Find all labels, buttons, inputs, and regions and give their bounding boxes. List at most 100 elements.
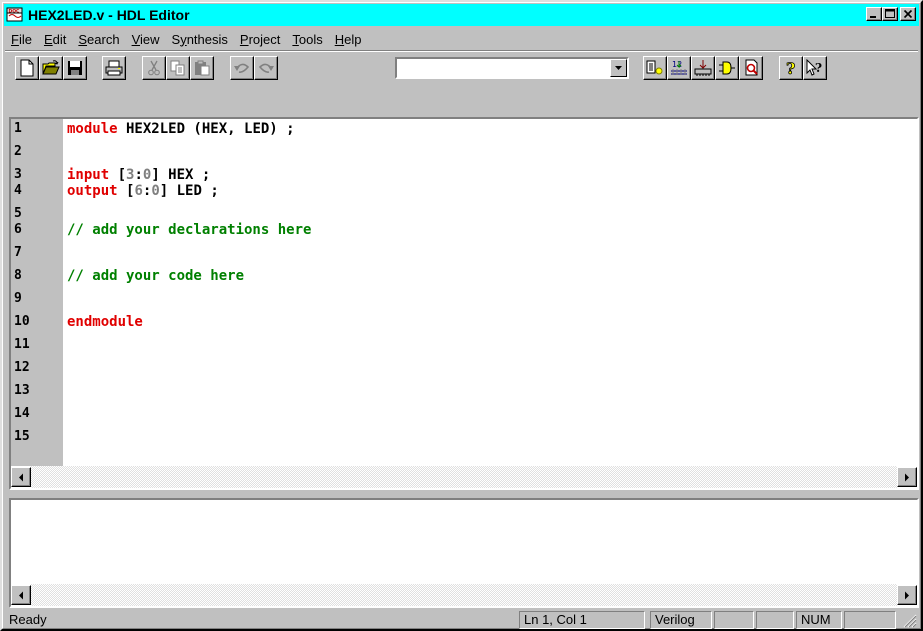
line-number: 11 <box>14 337 30 352</box>
line-number: 7 <box>14 245 22 260</box>
menu-search-label: earch <box>87 31 120 47</box>
menu-view-label: iew <box>140 31 160 47</box>
maximize-button[interactable] <box>882 7 898 21</box>
redo-button[interactable] <box>254 56 278 80</box>
svg-text:12: 12 <box>672 60 682 69</box>
status-pane-empty-1 <box>714 611 754 629</box>
new-button[interactable] <box>15 56 39 80</box>
arrow-right-icon <box>905 591 909 599</box>
menu-help-accel: H <box>334 31 345 47</box>
copy-icon <box>170 60 185 76</box>
scroll-left-button[interactable] <box>11 585 31 605</box>
undo-icon <box>234 63 250 73</box>
print-button[interactable] <box>102 56 126 80</box>
minimize-icon <box>870 16 876 18</box>
menu-view[interactable]: View <box>126 32 166 47</box>
paste-button[interactable] <box>190 56 214 80</box>
diagram-button[interactable] <box>715 56 739 80</box>
line-number: 6 <box>14 222 22 237</box>
toolbar-combo[interactable] <box>395 57 629 79</box>
code-line-4: output [6:0] LED ; <box>67 183 219 199</box>
toolbar-separator <box>5 50 918 52</box>
copy-button[interactable] <box>166 56 190 80</box>
arrow-left-icon <box>19 591 23 599</box>
scroll-right-button[interactable] <box>897 467 917 487</box>
code-editor[interactable]: 1 2 3 4 5 6 7 8 9 10 11 12 13 14 15 modu… <box>9 117 919 490</box>
keyword: input <box>67 167 110 183</box>
status-bar: Ready Ln 1, Col 1 Verilog NUM <box>5 610 919 630</box>
line-number: 10 <box>14 314 30 329</box>
scroll-track[interactable] <box>31 466 897 488</box>
diagram-icon <box>719 61 735 75</box>
line-number: 12 <box>14 360 30 375</box>
menu-help[interactable]: Help <box>329 32 368 47</box>
title-bar[interactable]: DOC HEX2LED.v - HDL Editor <box>4 4 919 26</box>
output-horizontal-scrollbar[interactable] <box>11 584 917 606</box>
keyword: output <box>67 183 118 199</box>
menu-file-accel: F <box>11 31 19 47</box>
redo-icon <box>258 63 274 73</box>
open-button[interactable] <box>39 56 63 80</box>
save-button[interactable] <box>63 56 87 80</box>
menu-edit[interactable]: Edit <box>38 32 72 47</box>
status-text: Ready <box>9 612 47 627</box>
scroll-track[interactable] <box>31 584 897 606</box>
close-button[interactable] <box>900 7 916 21</box>
number-literal: 0 <box>151 183 160 199</box>
close-icon <box>903 9 913 19</box>
cut-button[interactable] <box>142 56 166 80</box>
search-tool-button[interactable] <box>739 56 763 80</box>
line-number: 13 <box>14 383 30 398</box>
minimize-button[interactable] <box>866 7 882 21</box>
paste-icon <box>195 60 210 76</box>
line-number: 1 <box>14 121 22 136</box>
code-text: HEX2LED (HEX, LED) ; <box>117 121 295 137</box>
search-icon <box>745 59 758 76</box>
implementation-icon <box>694 60 712 76</box>
context-help-icon: ? <box>806 59 822 76</box>
menu-file[interactable]: File <box>5 32 38 47</box>
output-pane[interactable] <box>9 498 919 608</box>
document-app-icon[interactable]: DOC <box>6 7 24 23</box>
implementation-button[interactable] <box>691 56 715 80</box>
line-number: 4 <box>14 183 22 198</box>
menu-project-accel: P <box>239 31 249 47</box>
toolbar: 12 ? ? <box>7 54 917 82</box>
menu-tools[interactable]: Tools <box>286 32 328 47</box>
svg-text:?: ? <box>786 59 795 77</box>
menu-project[interactable]: Project <box>234 32 286 47</box>
menu-tools-label: ools <box>298 31 323 47</box>
code-text: ] LED ; <box>159 183 219 199</box>
code-line-3: input [3:0] HEX ; <box>67 167 210 183</box>
keyword: endmodule <box>67 314 143 330</box>
arrow-right-icon <box>905 473 909 481</box>
context-help-button[interactable]: ? <box>803 56 827 80</box>
menu-synthesis-label: nthesis <box>186 31 228 47</box>
line-number: 3 <box>14 167 22 182</box>
synthesis-button[interactable]: 12 <box>667 56 691 80</box>
scroll-right-button[interactable] <box>897 585 917 605</box>
menu-file-label: ile <box>18 31 32 47</box>
line-number: 15 <box>14 429 30 444</box>
code-area[interactable]: module HEX2LED (HEX, LED) ; input [3:0] … <box>67 119 917 466</box>
line-number: 9 <box>14 291 22 306</box>
resize-grip-icon[interactable] <box>903 614 917 628</box>
scroll-left-button[interactable] <box>11 467 31 487</box>
language-assistant-button[interactable] <box>643 56 667 80</box>
svg-text:?: ? <box>815 61 822 75</box>
chevron-down-icon <box>615 66 622 70</box>
menu-project-label: roject <box>248 31 281 47</box>
keyword: module <box>67 121 118 137</box>
cursor-position-text: Ln 1, Col 1 <box>524 612 587 627</box>
code-text: [ <box>109 167 127 183</box>
editor-horizontal-scrollbar[interactable] <box>11 466 917 488</box>
menu-bar: File Edit Search View Synthesis Project … <box>5 28 367 50</box>
menu-search[interactable]: Search <box>72 32 125 47</box>
undo-button[interactable] <box>230 56 254 80</box>
menu-synthesis[interactable]: Synthesis <box>166 32 234 47</box>
help-button[interactable]: ? <box>779 56 803 80</box>
combo-dropdown-button[interactable] <box>610 59 627 77</box>
code-text: : <box>134 167 143 183</box>
comment: // add your code here <box>67 268 245 284</box>
code-text: [ <box>117 183 135 199</box>
